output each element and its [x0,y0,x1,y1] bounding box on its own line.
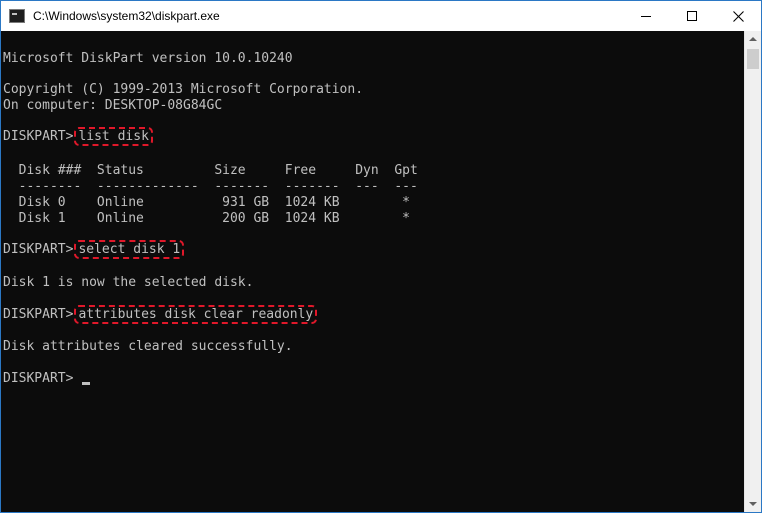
prompt-line-3: DISKPART> attributes disk clear readonly [3,305,318,324]
title-bar[interactable]: C:\Windows\system32\diskpart.exe [1,1,761,31]
maximize-icon [687,11,697,21]
prompt: DISKPART> [3,129,74,144]
prompt: DISKPART> [3,371,74,386]
computer-line: On computer: DESKTOP-08G84GC [3,98,223,113]
command-list-disk: list disk [74,127,153,146]
prompt: DISKPART> [3,242,74,257]
minimize-button[interactable] [623,1,669,31]
scroll-down-button[interactable] [745,496,761,512]
table-header: Disk ### Status Size Free Dyn Gpt [3,163,418,178]
attributes-result: Disk attributes cleared successfully. [3,339,293,354]
command-attributes-clear: attributes disk clear readonly [74,305,318,324]
arrow-down-icon [749,502,757,506]
window-title: C:\Windows\system32\diskpart.exe [33,9,220,23]
table-row: Disk 1 Online 200 GB 1024 KB * [3,211,410,226]
copyright-line: Copyright (C) 1999-2013 Microsoft Corpor… [3,82,364,97]
console-app-icon [9,9,25,23]
command-select-disk: select disk 1 [74,240,185,259]
prompt-line-1: DISKPART> list disk [3,127,153,146]
vertical-scrollbar[interactable] [744,31,761,512]
text-cursor [82,382,90,385]
diskpart-window: C:\Windows\system32\diskpart.exe Microso… [0,0,762,513]
prompt-line-2: DISKPART> select disk 1 [3,240,185,259]
close-button[interactable] [715,1,761,31]
version-line: Microsoft DiskPart version 10.0.10240 [3,51,293,66]
scroll-up-button[interactable] [745,31,761,47]
maximize-button[interactable] [669,1,715,31]
table-row: Disk 0 Online 931 GB 1024 KB * [3,195,410,210]
prompt-line-4: DISKPART> [3,371,73,387]
select-result: Disk 1 is now the selected disk. [3,275,254,290]
prompt: DISKPART> [3,307,74,322]
close-icon [732,10,744,22]
console-output[interactable]: Microsoft DiskPart version 10.0.10240 Co… [1,31,744,512]
minimize-icon [641,15,651,17]
table-separator: -------- ------------- ------- ------- -… [3,179,418,194]
scrollbar-thumb[interactable] [747,49,759,69]
arrow-up-icon [749,37,757,41]
